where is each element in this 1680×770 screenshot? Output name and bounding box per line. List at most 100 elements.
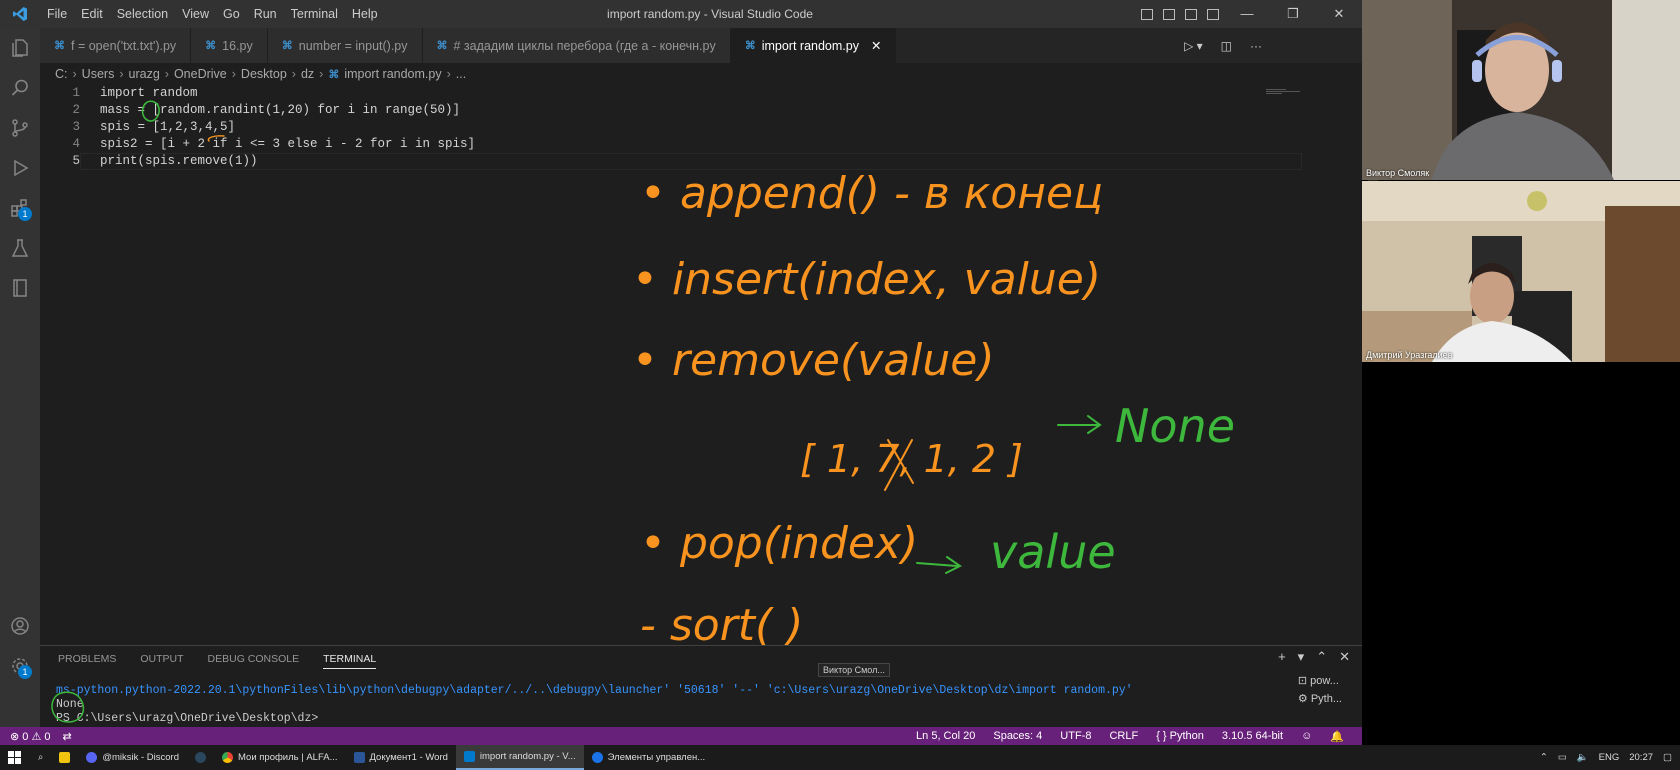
bottom-panel: PROBLEMS OUTPUT DEBUG CONSOLE TERMINAL +…	[40, 645, 1362, 727]
extensions-icon[interactable]: 1	[0, 188, 40, 228]
terminal-list-item[interactable]: ⚙ Pyth...	[1298, 690, 1342, 708]
participant-video-2: Дмитрий Уразгалиев	[1362, 181, 1680, 362]
notification-center-icon[interactable]: ▢	[1663, 752, 1672, 763]
taskbar-app-steam[interactable]	[187, 745, 214, 770]
run-debug-icon[interactable]	[0, 148, 40, 188]
toggle-secondary-sidebar-icon[interactable]	[1185, 8, 1197, 20]
line-endings[interactable]: CRLF	[1109, 730, 1138, 742]
terminal-dropdown-icon[interactable]: ▾	[1298, 649, 1305, 665]
start-button[interactable]	[0, 745, 30, 770]
settings-gear-icon[interactable]: 1	[0, 646, 40, 686]
terminal-list-item[interactable]: ⊡ pow...	[1298, 672, 1342, 690]
more-actions-icon[interactable]: ···	[1250, 39, 1262, 53]
tab-output[interactable]: OUTPUT	[140, 650, 183, 669]
system-tray: ⌃ ▭ 🔈 ENG 20:27 ▢	[1540, 745, 1672, 770]
new-terminal-icon[interactable]: +	[1278, 649, 1286, 665]
problems-indicator[interactable]: ⊗ 0 ⚠ 0	[10, 730, 51, 743]
code-line[interactable]: 2 mass = [random.randint(1,20) for i in r…	[40, 102, 460, 119]
code-line[interactable]: 3 spis = [1,2,3,4,5]	[40, 119, 235, 136]
notebook-icon[interactable]	[0, 268, 40, 308]
language-mode[interactable]: { } Python	[1156, 730, 1204, 742]
close-tab-icon[interactable]: ✕	[871, 38, 881, 53]
tray-expand-icon[interactable]: ⌃	[1540, 752, 1548, 763]
window-controls: — ❐ ✕	[1136, 0, 1362, 28]
breadcrumb-item[interactable]: ...	[456, 67, 466, 81]
terminal-line: None	[56, 698, 84, 711]
close-window-button[interactable]: ✕	[1316, 0, 1362, 28]
tab-number-input[interactable]: ⌘ number = input().py	[267, 28, 423, 63]
account-icon[interactable]	[0, 606, 40, 646]
minimize-button[interactable]: —	[1224, 0, 1270, 28]
breadcrumb-item[interactable]: Desktop	[241, 67, 287, 81]
taskbar-app-discord[interactable]: @miksik - Discord	[78, 745, 187, 770]
window-title: import random.py - Visual Studio Code	[607, 7, 813, 21]
menu-run[interactable]: Run	[247, 0, 284, 28]
discord-icon	[86, 752, 98, 763]
code-line[interactable]: 1 import random	[40, 85, 197, 102]
tab-problems[interactable]: PROBLEMS	[58, 650, 116, 669]
taskbar-app-controls[interactable]: Элементы управлен...	[584, 745, 714, 770]
menu-selection[interactable]: Selection	[110, 0, 175, 28]
encoding[interactable]: UTF-8	[1060, 730, 1091, 742]
tab-open-txt[interactable]: ⌘ f = open('txt.txt').py	[40, 28, 192, 63]
volume-icon[interactable]: 🔈	[1577, 752, 1589, 763]
minimap[interactable]	[1266, 85, 1306, 94]
breadcrumb-item[interactable]: Users	[82, 67, 115, 81]
customize-layout-icon[interactable]	[1207, 8, 1219, 20]
taskbar-app-vscode[interactable]: import random.py - V...	[455, 745, 584, 770]
line-number: 3	[72, 120, 80, 134]
code-text: import random	[100, 86, 198, 100]
breadcrumb-item[interactable]: C:	[55, 67, 68, 81]
participant-name: Виктор Смоляк	[1366, 168, 1430, 178]
participant-name: Дмитрий Уразгалиев	[1366, 350, 1453, 360]
settings-badge: 1	[18, 665, 32, 679]
run-file-icon[interactable]: ▷ ▾	[1184, 39, 1203, 53]
file-explorer-icon[interactable]	[51, 745, 78, 770]
taskbar-app-chrome[interactable]: Мои профиль | ALFA...	[214, 745, 345, 770]
breadcrumb-item[interactable]: urazg	[129, 67, 160, 81]
tab-terminal[interactable]: TERMINAL	[323, 650, 377, 669]
ink-circle-none	[51, 691, 85, 723]
split-editor-icon[interactable]: ◫	[1221, 39, 1232, 53]
notifications-icon[interactable]: 🔔	[1330, 730, 1344, 743]
explorer-icon[interactable]	[0, 28, 40, 68]
tab-import-random[interactable]: ⌘ import random.py ✕	[730, 28, 897, 63]
testing-icon[interactable]	[0, 228, 40, 268]
menu-file[interactable]: File	[40, 0, 74, 28]
menu-view[interactable]: View	[175, 0, 216, 28]
keyboard-language[interactable]: ENG	[1599, 752, 1620, 763]
tab-16[interactable]: ⌘ 16.py	[191, 28, 268, 63]
breadcrumb-item[interactable]: dz	[301, 67, 314, 81]
tab-debug-console[interactable]: DEBUG CONSOLE	[208, 650, 300, 669]
maximize-panel-icon[interactable]: ⌃	[1316, 649, 1327, 665]
menu-help[interactable]: Help	[345, 0, 385, 28]
source-control-icon[interactable]	[0, 108, 40, 148]
terminal-output[interactable]: ms-python.python-2022.20.1\pythonFiles\l…	[56, 684, 1133, 726]
tab-cycles[interactable]: ⌘ # зададим циклы перебора (где a - конеч…	[422, 28, 731, 63]
close-panel-icon[interactable]: ✕	[1339, 649, 1350, 665]
restore-button[interactable]: ❐	[1270, 0, 1316, 28]
clock[interactable]: 20:27	[1629, 752, 1653, 763]
network-icon[interactable]: ▭	[1558, 752, 1567, 763]
toggle-sidebar-icon[interactable]	[1141, 8, 1153, 20]
feedback-icon[interactable]: ☺	[1301, 730, 1312, 742]
taskbar-search-icon[interactable]: ⌕	[30, 745, 51, 770]
toggle-panel-icon[interactable]	[1163, 8, 1175, 20]
code-line[interactable]: 5 print(spis.remove(1))	[40, 153, 257, 170]
cursor-position[interactable]: Ln 5, Col 20	[916, 730, 975, 742]
menu-go[interactable]: Go	[216, 0, 247, 28]
remote-icon[interactable]: ⇄	[63, 730, 72, 743]
indentation[interactable]: Spaces: 4	[993, 730, 1042, 742]
code-text: spis2 = [i + 2 if i <= 3 else i - 2 for …	[100, 137, 476, 151]
search-icon[interactable]	[0, 68, 40, 108]
code-line[interactable]: 4 spis2 = [i + 2 if i <= 3 else i - 2 for…	[40, 136, 475, 153]
breadcrumb-item[interactable]: OneDrive	[174, 67, 227, 81]
menu-edit[interactable]: Edit	[74, 0, 110, 28]
participant-tooltip: Виктор Смол...	[818, 663, 890, 677]
taskbar-app-word[interactable]: Документ1 - Word	[346, 745, 456, 770]
code-editor[interactable]: 1 import random 2 mass = [random.randint(1…	[40, 85, 1378, 645]
python-file-icon: ⌘	[205, 40, 217, 52]
breadcrumb-item[interactable]: import random.py	[344, 67, 441, 81]
python-interpreter[interactable]: 3.10.5 64-bit	[1222, 730, 1283, 742]
menu-terminal[interactable]: Terminal	[284, 0, 345, 28]
